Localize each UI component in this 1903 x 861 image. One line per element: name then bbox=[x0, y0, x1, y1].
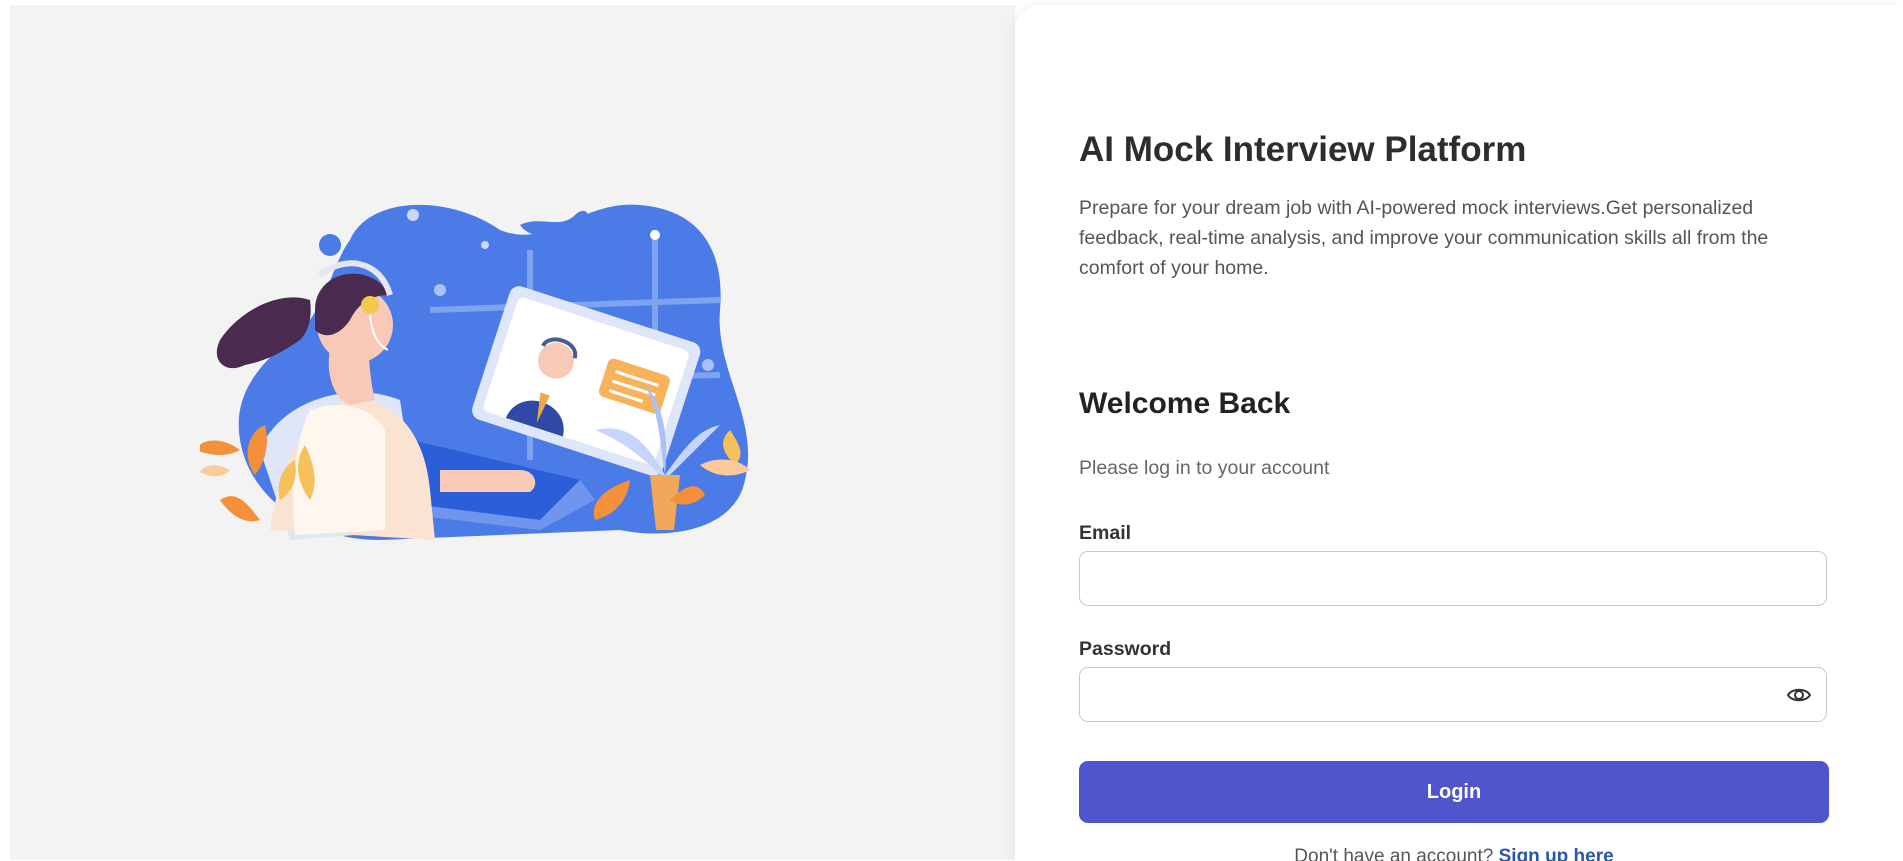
password-field-wrapper bbox=[1079, 667, 1827, 722]
email-input[interactable] bbox=[1080, 552, 1826, 605]
login-subtitle: Please log in to your account bbox=[1079, 457, 1330, 479]
signup-prompt-text: Don't have an account? bbox=[1294, 846, 1494, 861]
eye-icon[interactable] bbox=[1786, 683, 1812, 707]
platform-description: Prepare for your dream job with AI-power… bbox=[1079, 197, 1769, 279]
email-field-wrapper bbox=[1079, 551, 1827, 606]
signup-prompt-row: Don't have an account? Sign up here bbox=[1079, 846, 1829, 861]
password-input[interactable] bbox=[1080, 668, 1826, 721]
login-panel: AI Mock Interview Platform Prepare for y… bbox=[1015, 5, 1903, 861]
signup-link[interactable]: Sign up here bbox=[1499, 846, 1614, 861]
login-button[interactable]: Login bbox=[1079, 761, 1829, 823]
interview-illustration bbox=[200, 204, 750, 540]
page-title: AI Mock Interview Platform bbox=[1079, 130, 1527, 169]
password-label: Password bbox=[1079, 638, 1172, 660]
email-label: Email bbox=[1079, 522, 1132, 544]
illustration-panel bbox=[10, 5, 1015, 860]
welcome-heading: Welcome Back bbox=[1079, 387, 1291, 420]
